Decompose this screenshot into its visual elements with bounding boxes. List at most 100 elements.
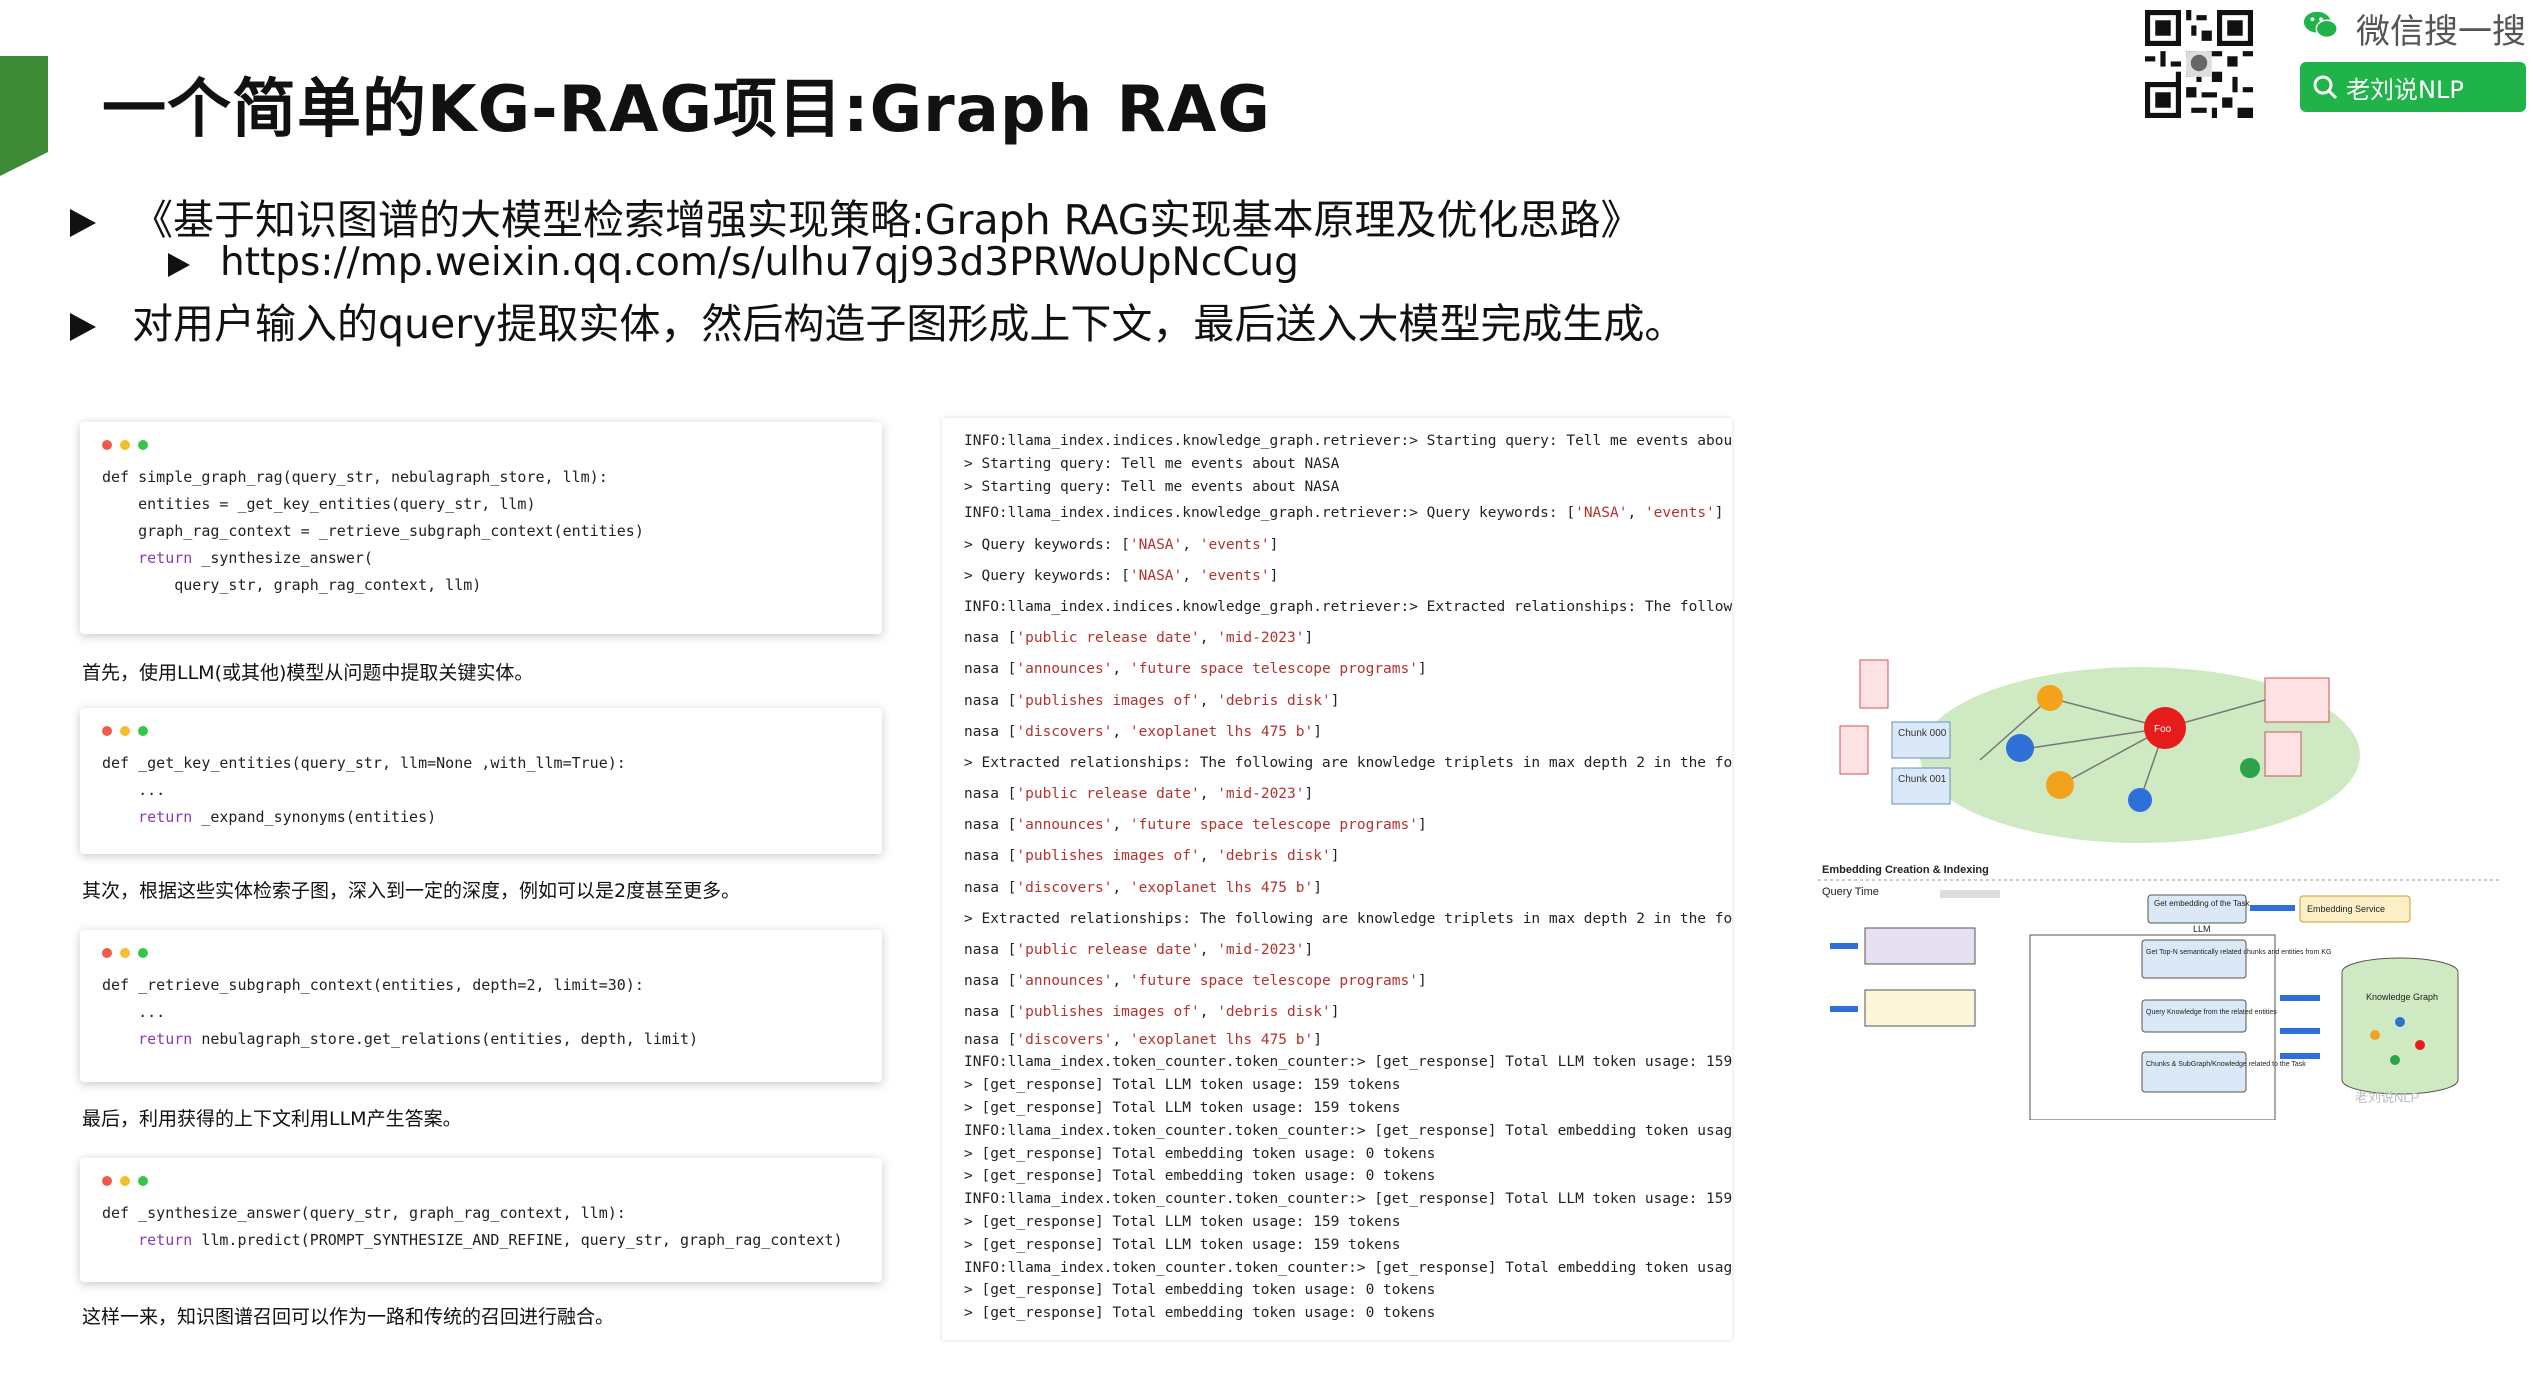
log-string: 'public release date' xyxy=(1016,786,1200,803)
log-line: > [get_response] Total embedding token u… xyxy=(964,1145,1436,1162)
code-line: def _get_key_entities(query_str, llm=Non… xyxy=(102,754,626,772)
log-line: nasa ['announces', 'future space telesco… xyxy=(964,661,1427,678)
keyword-return: return xyxy=(138,1231,193,1249)
code-line: entities = _get_key_entities(query_str, … xyxy=(102,495,536,513)
window-dots xyxy=(102,948,860,958)
window-dots xyxy=(102,1176,860,1186)
log-line: > Starting query: Tell me events about N… xyxy=(964,478,1340,495)
log-string: 'events' xyxy=(1199,567,1270,584)
log-string: 'exoplanet lhs 475 b' xyxy=(1129,1031,1314,1048)
log-line: INFO:llama_index.indices.knowledge_graph… xyxy=(964,505,1724,522)
entity-node-blue xyxy=(2006,734,2034,762)
kg-node xyxy=(2390,1055,2400,1065)
log-line: > [get_response] Total LLM token usage: … xyxy=(964,1213,1401,1230)
maximize-dot-icon xyxy=(138,440,148,450)
log-line: > [get_response] Total LLM token usage: … xyxy=(964,1236,1401,1253)
keyword-return: return xyxy=(138,1030,193,1048)
code-block: def _synthesize_answer(query_str, graph_… xyxy=(102,1200,860,1254)
log-line: > [get_response] Total LLM token usage: … xyxy=(964,1099,1401,1116)
log-string: 'events' xyxy=(1644,505,1715,522)
code-line: def _synthesize_answer(query_str, graph_… xyxy=(102,1204,626,1222)
code-line: return nebulagraph_store.get_relations(e… xyxy=(138,1030,699,1048)
code-line: return _expand_synonyms(entities) xyxy=(138,808,437,826)
log-line: > Extracted relationships: The following… xyxy=(964,754,1732,771)
log-line: nasa ['publishes images of', 'debris dis… xyxy=(964,692,1340,709)
log-line: > [get_response] Total embedding token u… xyxy=(964,1168,1436,1185)
code-line: graph_rag_context = _retrieve_subgraph_c… xyxy=(102,522,644,540)
log-string: 'announces' xyxy=(1016,661,1113,678)
log-line: INFO:llama_index.token_counter.token_cou… xyxy=(964,1259,1732,1276)
log-string: 'announces' xyxy=(1016,973,1113,990)
legend-bar xyxy=(1940,890,2000,898)
close-dot-icon xyxy=(102,948,112,958)
code-line: ... xyxy=(102,781,166,799)
chunk-label: Chunk 001 xyxy=(1898,774,1947,785)
caption-step-1: 首先，使用LLM(或其他)模型从问题中提取关键实体。 xyxy=(82,662,534,684)
log-string: 'mid-2023' xyxy=(1217,942,1305,959)
log-line: nasa ['public release date', 'mid-2023'] xyxy=(964,630,1314,647)
llm-label: LLM xyxy=(2193,924,2211,934)
code-line: query_str, graph_rag_context, llm) xyxy=(102,576,482,594)
code-block: def simple_graph_rag(query_str, nebulagr… xyxy=(102,464,860,599)
node-label: Foo xyxy=(2154,724,2172,735)
log-line: nasa ['publishes images of', 'debris dis… xyxy=(964,1004,1340,1021)
caption-step-2: 其次，根据这些实体检索子图，深入到一定的深度，例如可以是2度甚至更多。 xyxy=(82,880,741,902)
query-knowledge-box xyxy=(2141,999,2247,1033)
code-card-get-key-entities: def _get_key_entities(query_str, llm=Non… xyxy=(80,708,882,854)
log-string: 'discovers' xyxy=(1016,879,1113,896)
log-string: 'NASA' xyxy=(1129,536,1183,553)
box-text: Get embedding of the Task xyxy=(2154,899,2250,908)
maximize-dot-icon xyxy=(138,948,148,958)
maximize-dot-icon xyxy=(138,726,148,736)
log-line: nasa ['discovers', 'exoplanet lhs 475 b'… xyxy=(964,879,1322,896)
entity-node-orange xyxy=(2046,771,2074,799)
entity-node-blue xyxy=(2128,788,2152,812)
minimize-dot-icon xyxy=(120,948,130,958)
log-line: INFO:llama_index.token_counter.token_cou… xyxy=(964,1054,1732,1071)
log-line: nasa ['publishes images of', 'debris dis… xyxy=(964,848,1340,865)
topn-box xyxy=(2141,939,2247,979)
log-string: 'public release date' xyxy=(1016,942,1200,959)
bullet-item-summary: 对用户输入的query提取实体，然后构造子图形成上下文，最后送入大模型完成生成。 xyxy=(70,290,1685,350)
log-line: INFO:llama_index.token_counter.token_cou… xyxy=(964,1122,1732,1139)
bullet-item-url[interactable]: https://mp.weixin.qq.com/s/ulhu7qj93d3PR… xyxy=(168,240,1299,285)
bullet-item-article: 《基于知识图谱的大模型检索增强实现策略:Graph RAG实现基本原理及优化思路… xyxy=(70,186,1642,246)
log-line: > [get_response] Total embedding token u… xyxy=(964,1305,1436,1322)
code-line: def _retrieve_subgraph_context(entities,… xyxy=(102,976,644,994)
log-string: 'exoplanet lhs 475 b' xyxy=(1129,879,1314,896)
watermark-text: 老刘说NLP xyxy=(2355,1090,2419,1105)
wechat-search-box[interactable]: 老刘说NLP xyxy=(2300,62,2526,112)
graph-rag-architecture-diagram: Chunk 000 Chunk 001 Foo Embedding Creati… xyxy=(1818,659,2500,1120)
slide-title: 一个简单的KG-RAG项目:Graph RAG xyxy=(102,73,1271,147)
section-label-query: Query Time xyxy=(1822,886,1879,898)
caption-step-3: 最后，利用获得的上下文利用LLM产生答案。 xyxy=(82,1108,462,1130)
kg-cylinder-body xyxy=(2341,972,2459,1095)
log-line: nasa ['announces', 'future space telesco… xyxy=(964,973,1427,990)
log-line: > Query keywords: ['NASA', 'events'] xyxy=(964,567,1279,584)
log-string: 'publishes images of' xyxy=(1016,692,1200,709)
code-card-retrieve-subgraph: def _retrieve_subgraph_context(entities,… xyxy=(80,930,882,1082)
keyword-return: return xyxy=(138,808,193,826)
minimize-dot-icon xyxy=(120,726,130,736)
log-string: 'discovers' xyxy=(1016,1031,1113,1048)
log-string: 'future space telescope programs' xyxy=(1129,973,1418,990)
log-line: > Query keywords: ['NASA', 'events'] xyxy=(964,536,1279,553)
code-line: def simple_graph_rag(query_str, nebulagr… xyxy=(102,468,608,486)
entity-node-green xyxy=(2240,758,2260,778)
log-string: 'mid-2023' xyxy=(1217,630,1305,647)
minimize-dot-icon xyxy=(120,440,130,450)
code-line: ... xyxy=(102,1003,166,1021)
answer-box xyxy=(1864,989,1976,1027)
box-text: Query Knowledge from the related entitie… xyxy=(2146,1009,2277,1016)
search-text: 老刘说NLP xyxy=(2346,75,2464,104)
kg-node xyxy=(2395,1017,2405,1027)
log-string: 'mid-2023' xyxy=(1217,786,1305,803)
log-line: INFO:llama_index.indices.knowledge_graph… xyxy=(964,598,1732,615)
window-dots xyxy=(102,726,860,736)
entity-card xyxy=(2264,731,2302,777)
article-link[interactable]: https://mp.weixin.qq.com/s/ulhu7qj93d3PR… xyxy=(220,240,1299,285)
arrow-bullet-icon xyxy=(70,313,96,341)
box-text: Get Top-N semantically related chunks an… xyxy=(2146,949,2331,956)
log-line: INFO:llama_index.token_counter.token_cou… xyxy=(964,1191,1732,1208)
section-label-indexing: Embedding Creation & Indexing xyxy=(1822,864,1989,876)
